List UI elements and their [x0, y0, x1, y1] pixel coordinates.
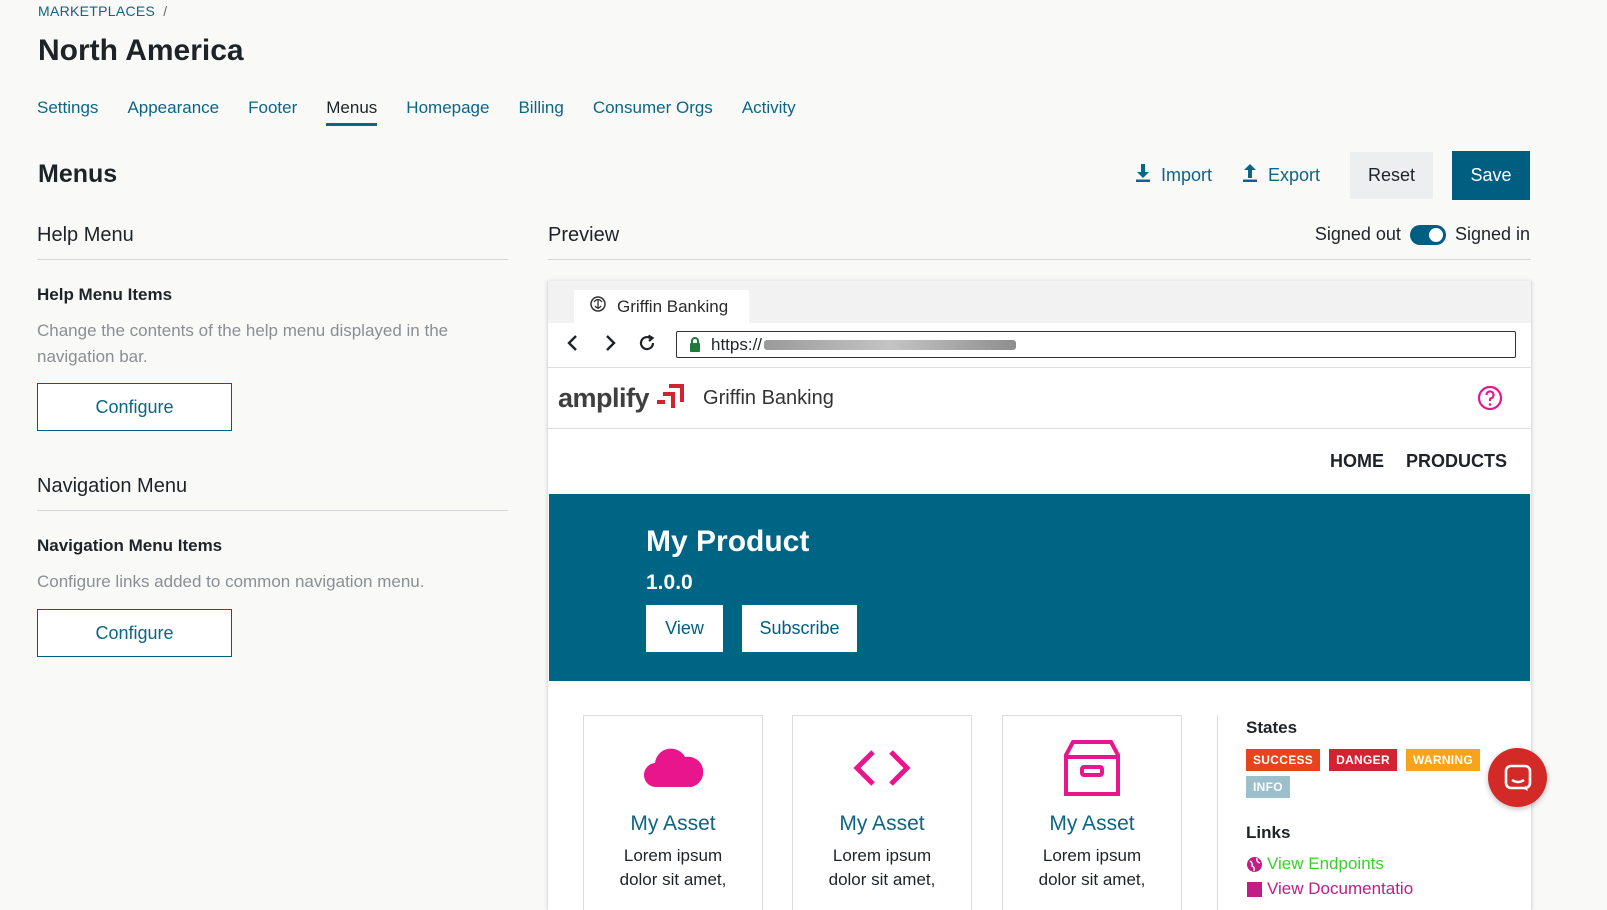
- help-menu-divider: [37, 259, 508, 260]
- tab-billing[interactable]: Billing: [518, 98, 563, 126]
- url-field[interactable]: https://: [676, 331, 1516, 358]
- states-title: States: [1246, 718, 1298, 737]
- section-title: Menus: [38, 160, 118, 188]
- preview-heading: Preview: [548, 224, 620, 246]
- reload-icon[interactable]: [628, 332, 665, 358]
- site-header: amplify Griffin Banking: [548, 367, 1531, 429]
- view-endpoints-link[interactable]: View Endpoints: [1246, 854, 1384, 874]
- help-menu-items-title: Help Menu Items: [37, 285, 173, 304]
- code-icon: [793, 738, 971, 798]
- sidebar-divider: [1217, 715, 1218, 910]
- site-nav-products[interactable]: PRODUCTS: [1406, 451, 1507, 472]
- archive-icon: [1003, 738, 1181, 798]
- tab-consumer-orgs[interactable]: Consumer Orgs: [593, 98, 713, 126]
- amplify-logo[interactable]: amplify: [558, 383, 685, 414]
- asset-text-line-1: Lorem ipsum: [1042, 846, 1142, 865]
- product-version: 1.0.0: [646, 571, 693, 594]
- configure-help-menu-button[interactable]: Configure: [37, 383, 232, 431]
- badge-warning: WARNING: [1405, 749, 1481, 771]
- save-button[interactable]: Save: [1452, 151, 1530, 200]
- reset-button[interactable]: Reset: [1350, 152, 1433, 199]
- signed-out-label: Signed out: [1314, 224, 1401, 244]
- breadcrumb-separator: /: [163, 3, 168, 19]
- browser-tab-strip: Griffin Banking: [548, 281, 1531, 323]
- help-menu-heading: Help Menu: [37, 224, 134, 246]
- asset-card[interactable]: My Asset Lorem ipsum dolor sit amet,: [792, 715, 972, 910]
- view-documentation-label: View Documentatio: [1267, 879, 1414, 898]
- asset-text-line-1: Lorem ipsum: [832, 846, 932, 865]
- state-badges: SUCCESS DANGER WARNING INFO: [1246, 749, 1506, 798]
- subscribe-button[interactable]: Subscribe: [742, 605, 857, 652]
- import-label: Import: [1160, 165, 1212, 185]
- configure-navigation-menu-button[interactable]: Configure: [37, 609, 232, 657]
- lock-icon: [689, 337, 701, 352]
- tab-appearance[interactable]: Appearance: [127, 98, 219, 126]
- tab-settings[interactable]: Settings: [37, 98, 98, 126]
- toolbar: Import Export Reset Save: [1135, 151, 1530, 200]
- badge-danger: DANGER: [1329, 749, 1397, 771]
- forward-arrow-icon[interactable]: [591, 332, 628, 358]
- help-circle-icon[interactable]: [1477, 385, 1503, 416]
- globe-icon: [1246, 856, 1263, 873]
- navigation-menu-items-title: Navigation Menu Items: [37, 536, 223, 555]
- griffin-favicon-icon: [588, 294, 608, 319]
- tab-homepage[interactable]: Homepage: [406, 98, 489, 126]
- chat-icon: [1504, 764, 1532, 792]
- view-button[interactable]: View: [646, 605, 723, 652]
- chat-launcher-button[interactable]: [1488, 748, 1547, 807]
- badge-success: SUCCESS: [1246, 749, 1321, 771]
- preview-divider: [548, 259, 1531, 260]
- asset-card[interactable]: My Asset Lorem ipsum dolor sit amet,: [1002, 715, 1182, 910]
- tab-menus[interactable]: Menus: [326, 98, 378, 126]
- tab-activity[interactable]: Activity: [742, 98, 796, 126]
- site-nav: HOME PRODUCTS: [1330, 451, 1507, 472]
- asset-title: My Asset: [1049, 812, 1135, 835]
- signed-in-label: Signed in: [1454, 224, 1530, 244]
- navigation-menu-divider: [37, 510, 508, 511]
- asset-title: My Asset: [839, 812, 925, 835]
- view-endpoints-label: View Endpoints: [1267, 854, 1384, 873]
- preview-browser-frame: Griffin Banking https:// amplify Griffin…: [547, 281, 1532, 910]
- tab-footer[interactable]: Footer: [248, 98, 297, 126]
- badge-info: INFO: [1246, 776, 1290, 798]
- logo-text: amplify: [558, 382, 650, 413]
- breadcrumb-marketplaces-link[interactable]: MARKETPLACES: [38, 3, 155, 19]
- navigation-menu-description: Configure links added to common navigati…: [37, 572, 425, 591]
- url-redacted: [764, 339, 1017, 350]
- asset-title: My Asset: [630, 812, 716, 835]
- browser-tab[interactable]: Griffin Banking: [574, 290, 749, 323]
- upload-icon: [1242, 164, 1268, 187]
- tab-bar: Settings Appearance Footer Menus Homepag…: [37, 98, 825, 126]
- navigation-menu-heading: Navigation Menu: [37, 475, 188, 497]
- amplify-flag-icon: [655, 384, 685, 412]
- asset-card[interactable]: My Asset Lorem ipsum dolor sit amet,: [583, 715, 763, 910]
- download-icon: [1135, 164, 1161, 187]
- page-title: North America: [38, 34, 244, 67]
- url-prefix: https://: [711, 334, 763, 354]
- links-title: Links: [1246, 823, 1291, 842]
- asset-text-line-2: dolor sit amet,: [619, 870, 727, 889]
- asset-text-line-2: dolor sit amet,: [1038, 870, 1146, 889]
- document-icon: [1246, 881, 1263, 898]
- asset-text-line-1: Lorem ipsum: [623, 846, 723, 865]
- breadcrumb: MARKETPLACES /: [38, 3, 167, 19]
- export-button[interactable]: Export: [1242, 164, 1320, 187]
- back-arrow-icon[interactable]: [554, 332, 591, 358]
- help-menu-description: Change the contents of the help menu dis…: [37, 321, 449, 366]
- import-button[interactable]: Import: [1135, 164, 1212, 187]
- signed-state-toggle-group: Signed out Signed in: [1315, 224, 1530, 245]
- site-name: Griffin Banking: [703, 386, 834, 409]
- asset-text-line-2: dolor sit amet,: [828, 870, 936, 889]
- view-documentation-link[interactable]: View Documentatio: [1246, 879, 1413, 899]
- browser-address-row: https://: [548, 323, 1531, 367]
- product-title: My Product: [646, 525, 810, 558]
- signed-in-toggle[interactable]: [1409, 224, 1446, 245]
- browser-tab-title: Griffin Banking: [617, 296, 729, 316]
- export-label: Export: [1267, 165, 1320, 185]
- cloud-icon: [584, 738, 762, 798]
- site-nav-home[interactable]: HOME: [1330, 451, 1384, 472]
- product-hero: My Product 1.0.0 View Subscribe: [549, 494, 1530, 681]
